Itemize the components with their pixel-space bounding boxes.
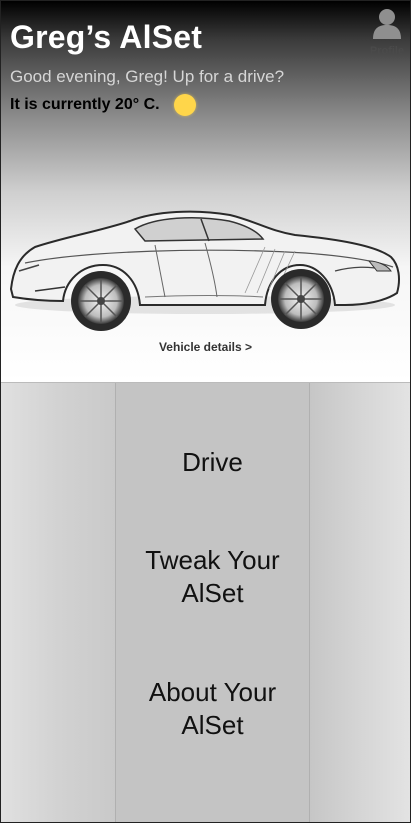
hero-section: Greg’s AlSet Good evening, Greg! Up for … (1, 1, 410, 383)
about-button[interactable]: About Your AlSet (116, 676, 309, 742)
app-title: Greg’s AlSet (10, 19, 203, 55)
about-label-line1: About Your (148, 677, 277, 707)
drive-button[interactable]: Drive (116, 446, 309, 479)
menu-center-column: Drive Tweak Your AlSet About Your AlSet (115, 383, 310, 822)
main-menu: Drive Tweak Your AlSet About Your AlSet (1, 383, 410, 822)
sun-icon (173, 94, 196, 116)
app-screen: Greg’s AlSet Good evening, Greg! Up for … (0, 0, 411, 823)
car-sketch-image (9, 210, 400, 331)
profile-button[interactable]: Profile (365, 7, 409, 61)
temperature-text: It is currently 20° C. (10, 96, 160, 113)
menu-side-panel-right (310, 383, 410, 822)
tweak-button[interactable]: Tweak Your AlSet (116, 544, 309, 610)
menu-side-panel-left (1, 383, 115, 822)
user-icon (373, 9, 401, 39)
weather-row: It is currently 20° C. (10, 94, 196, 116)
greeting-text: Good evening, Greg! Up for a drive? (10, 67, 285, 86)
tweak-label-line1: Tweak Your (145, 545, 280, 575)
tweak-label-line2: AlSet (181, 578, 244, 608)
vehicle-details-link[interactable]: Vehicle details > (1, 340, 410, 354)
profile-label: Profile (369, 45, 405, 57)
about-label-line2: AlSet (181, 710, 244, 740)
drive-label: Drive (182, 447, 243, 477)
